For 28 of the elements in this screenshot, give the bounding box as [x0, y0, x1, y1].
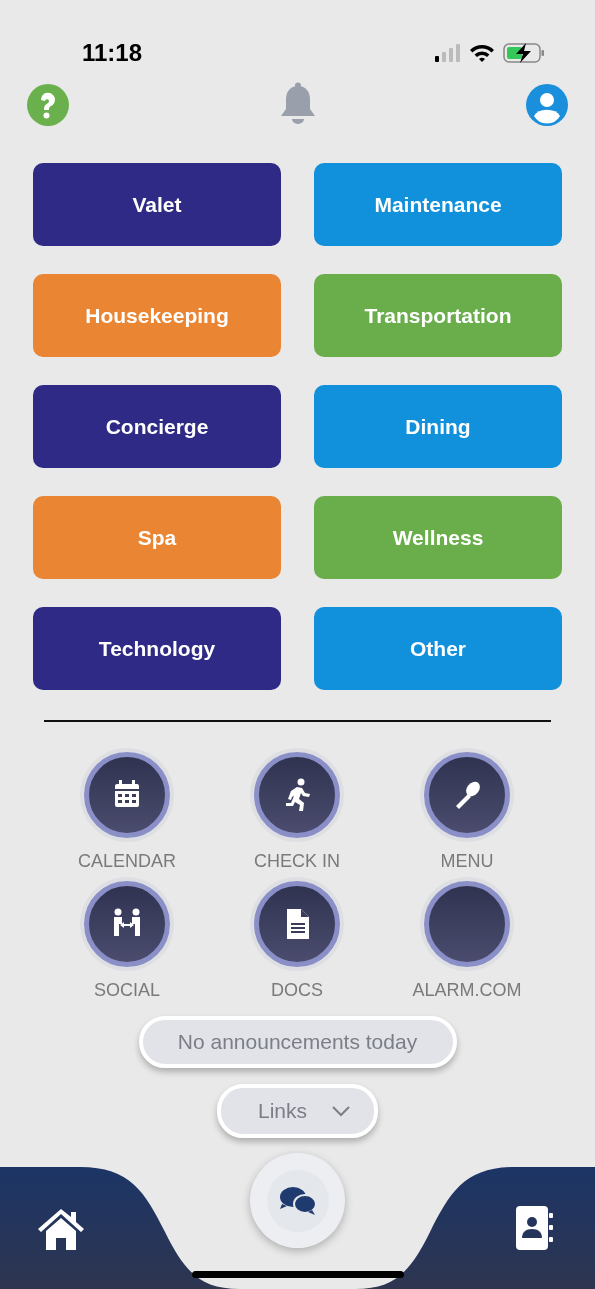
service-button[interactable]: Valet [33, 163, 281, 246]
announcement-banner: No announcements today [138, 1016, 457, 1068]
signal-icon [435, 43, 461, 63]
service-button[interactable]: Other [314, 607, 562, 690]
shortcut-button[interactable]: CHECK IN [212, 752, 382, 875]
service-button[interactable]: Concierge [33, 385, 281, 468]
service-button[interactable]: Maintenance [314, 163, 562, 246]
service-button[interactable]: Dining [314, 385, 562, 468]
shortcut-button[interactable]: ALARM.COM [382, 881, 552, 1004]
shortcut-button[interactable]: MENU [382, 752, 552, 875]
service-button[interactable]: Housekeeping [33, 274, 281, 357]
profile-icon[interactable] [526, 84, 568, 126]
help-icon[interactable] [27, 84, 69, 126]
shortcut-button[interactable]: DOCS [212, 881, 382, 1004]
wifi-icon [469, 43, 495, 63]
chat-button[interactable] [250, 1153, 345, 1248]
service-button[interactable]: Spa [33, 496, 281, 579]
chat-icon [278, 1185, 317, 1216]
clock-time: 11:18 [82, 38, 143, 68]
service-button[interactable]: Transportation [314, 274, 562, 357]
shortcut-button[interactable]: CALENDAR [42, 752, 212, 875]
service-button[interactable]: Wellness [314, 496, 562, 579]
links-dropdown[interactable]: Links [217, 1084, 378, 1138]
shortcut-button[interactable]: SOCIAL [42, 881, 212, 1004]
home-icon[interactable] [36, 1207, 86, 1251]
battery-icon [503, 42, 545, 64]
contacts-icon[interactable] [514, 1205, 554, 1251]
service-button[interactable]: Technology [33, 607, 281, 690]
